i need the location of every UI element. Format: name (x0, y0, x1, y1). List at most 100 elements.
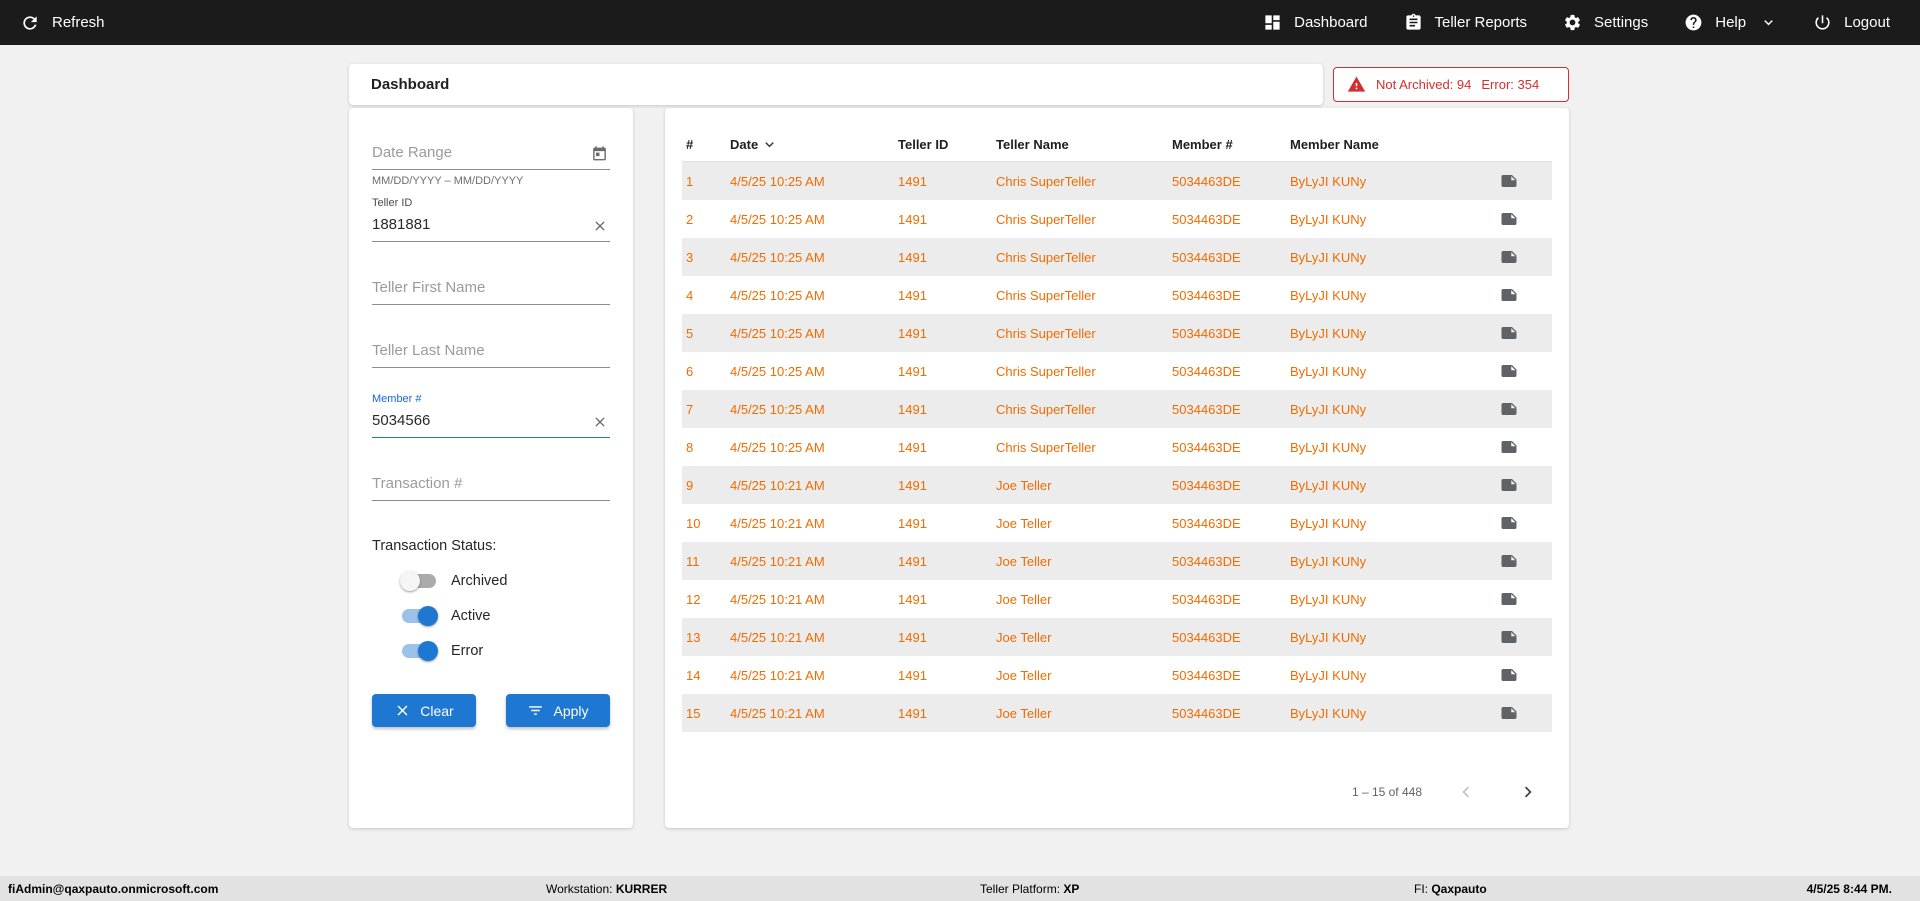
page-header-row: Dashboard Not Archived: 94 Error: 354 (349, 64, 1569, 105)
cell-note (1496, 238, 1552, 276)
calendar-icon[interactable] (591, 146, 608, 163)
table-body: 1 4/5/25 10:25 AM 1491 Chris SuperTeller… (682, 162, 1552, 732)
note-icon[interactable] (1500, 628, 1518, 646)
nav-help[interactable]: Help (1684, 13, 1777, 32)
table-row[interactable]: 2 4/5/25 10:25 AM 1491 Chris SuperTeller… (682, 200, 1552, 238)
toggle-archived[interactable]: Archived (402, 568, 610, 594)
toggle-switch[interactable] (402, 574, 436, 588)
refresh-button[interactable]: Refresh (20, 13, 105, 33)
table-row[interactable]: 9 4/5/25 10:21 AM 1491 Joe Teller 503446… (682, 466, 1552, 504)
table-row[interactable]: 8 4/5/25 10:25 AM 1491 Chris SuperTeller… (682, 428, 1552, 466)
nav-logout[interactable]: Logout (1813, 13, 1890, 32)
note-icon[interactable] (1500, 324, 1518, 342)
teller-id-input[interactable] (372, 210, 610, 242)
toggle-active[interactable]: Active (402, 603, 610, 629)
note-icon[interactable] (1500, 704, 1518, 722)
table-row[interactable]: 4 4/5/25 10:25 AM 1491 Chris SuperTeller… (682, 276, 1552, 314)
table-row[interactable]: 7 4/5/25 10:25 AM 1491 Chris SuperTeller… (682, 390, 1552, 428)
note-icon[interactable] (1500, 362, 1518, 380)
teller-reports-icon (1404, 13, 1423, 32)
clear-member-number-icon[interactable] (592, 414, 608, 430)
filter-icon (527, 702, 544, 719)
toggle-thumb (400, 571, 420, 591)
cell-teller-id: 1491 (894, 390, 992, 428)
note-icon[interactable] (1500, 438, 1518, 456)
toggle-switch[interactable] (402, 644, 436, 658)
cell-date: 4/5/25 10:25 AM (726, 238, 894, 276)
cell-date: 4/5/25 10:21 AM (726, 656, 894, 694)
col-member-name[interactable]: Member Name (1286, 127, 1496, 162)
table-row[interactable]: 1 4/5/25 10:25 AM 1491 Chris SuperTeller… (682, 162, 1552, 200)
clear-teller-id-icon[interactable] (592, 218, 608, 234)
note-icon[interactable] (1500, 552, 1518, 570)
toggle-label: Archived (451, 573, 507, 589)
main-content: Dashboard Not Archived: 94 Error: 354 MM… (349, 64, 1569, 828)
col-teller-name[interactable]: Teller Name (992, 127, 1168, 162)
col-date[interactable]: Date (726, 127, 894, 162)
note-icon[interactable] (1500, 248, 1518, 266)
date-range-input[interactable] (372, 138, 610, 170)
note-icon[interactable] (1500, 210, 1518, 228)
next-page-button[interactable] (1510, 774, 1546, 810)
note-icon[interactable] (1500, 476, 1518, 494)
table-row[interactable]: 10 4/5/25 10:21 AM 1491 Joe Teller 50344… (682, 504, 1552, 542)
nav-logout-label: Logout (1844, 14, 1890, 31)
teller-id-label: Teller ID (372, 197, 610, 209)
col-num[interactable]: # (682, 127, 726, 162)
cell-member-number: 5034463DE (1168, 466, 1286, 504)
table-row[interactable]: 12 4/5/25 10:21 AM 1491 Joe Teller 50344… (682, 580, 1552, 618)
table-row[interactable]: 14 4/5/25 10:21 AM 1491 Joe Teller 50344… (682, 656, 1552, 694)
teller-first-name-input[interactable] (372, 273, 610, 305)
member-number-field: Member # (372, 393, 610, 438)
top-navigation-bar: Refresh Dashboard Teller Reports Setting… (0, 0, 1920, 45)
clear-button[interactable]: Clear (372, 694, 476, 727)
cell-member-number: 5034463DE (1168, 390, 1286, 428)
cell-row-number: 3 (682, 238, 726, 276)
toggle-switch[interactable] (402, 609, 436, 623)
note-icon[interactable] (1500, 666, 1518, 684)
note-icon[interactable] (1500, 590, 1518, 608)
previous-page-button[interactable] (1448, 774, 1484, 810)
note-icon[interactable] (1500, 172, 1518, 190)
cell-date: 4/5/25 10:21 AM (726, 618, 894, 656)
table-row[interactable]: 15 4/5/25 10:21 AM 1491 Joe Teller 50344… (682, 694, 1552, 732)
note-icon[interactable] (1500, 400, 1518, 418)
cell-member-number: 5034463DE (1168, 504, 1286, 542)
topbar-menu: Dashboard Teller Reports Settings Help (1263, 13, 1890, 32)
col-teller-id[interactable]: Teller ID (894, 127, 992, 162)
cell-teller-id: 1491 (894, 428, 992, 466)
note-icon[interactable] (1500, 286, 1518, 304)
content-layout: MM/DD/YYYY – MM/DD/YYYY Teller ID (349, 108, 1569, 828)
member-number-input[interactable] (372, 406, 610, 438)
cell-note (1496, 390, 1552, 428)
table-row[interactable]: 5 4/5/25 10:25 AM 1491 Chris SuperTeller… (682, 314, 1552, 352)
transaction-number-input[interactable] (372, 469, 610, 501)
nav-dashboard[interactable]: Dashboard (1263, 13, 1367, 32)
warning-icon (1347, 75, 1366, 94)
cell-note (1496, 352, 1552, 390)
nav-settings[interactable]: Settings (1563, 13, 1648, 32)
cell-row-number: 4 (682, 276, 726, 314)
cell-note (1496, 466, 1552, 504)
nav-teller-reports[interactable]: Teller Reports (1404, 13, 1528, 32)
table-row[interactable]: 11 4/5/25 10:21 AM 1491 Joe Teller 50344… (682, 542, 1552, 580)
help-icon (1684, 13, 1703, 32)
col-actions (1496, 127, 1552, 162)
workstation-value: KURRER (616, 882, 667, 896)
filter-actions: Clear Apply (372, 694, 610, 727)
apply-button-label: Apply (553, 703, 588, 719)
teller-last-name-input[interactable] (372, 336, 610, 368)
table-row[interactable]: 3 4/5/25 10:25 AM 1491 Chris SuperTeller… (682, 238, 1552, 276)
nav-help-label: Help (1715, 14, 1746, 31)
table-row[interactable]: 6 4/5/25 10:25 AM 1491 Chris SuperTeller… (682, 352, 1552, 390)
cell-row-number: 2 (682, 200, 726, 238)
toggle-error[interactable]: Error (402, 638, 610, 664)
cell-teller-id: 1491 (894, 238, 992, 276)
page-header: Dashboard (349, 64, 1323, 105)
table-row[interactable]: 13 4/5/25 10:21 AM 1491 Joe Teller 50344… (682, 618, 1552, 656)
apply-button[interactable]: Apply (506, 694, 610, 727)
col-member-number[interactable]: Member # (1168, 127, 1286, 162)
cell-date: 4/5/25 10:25 AM (726, 200, 894, 238)
cell-member-number: 5034463DE (1168, 580, 1286, 618)
note-icon[interactable] (1500, 514, 1518, 532)
